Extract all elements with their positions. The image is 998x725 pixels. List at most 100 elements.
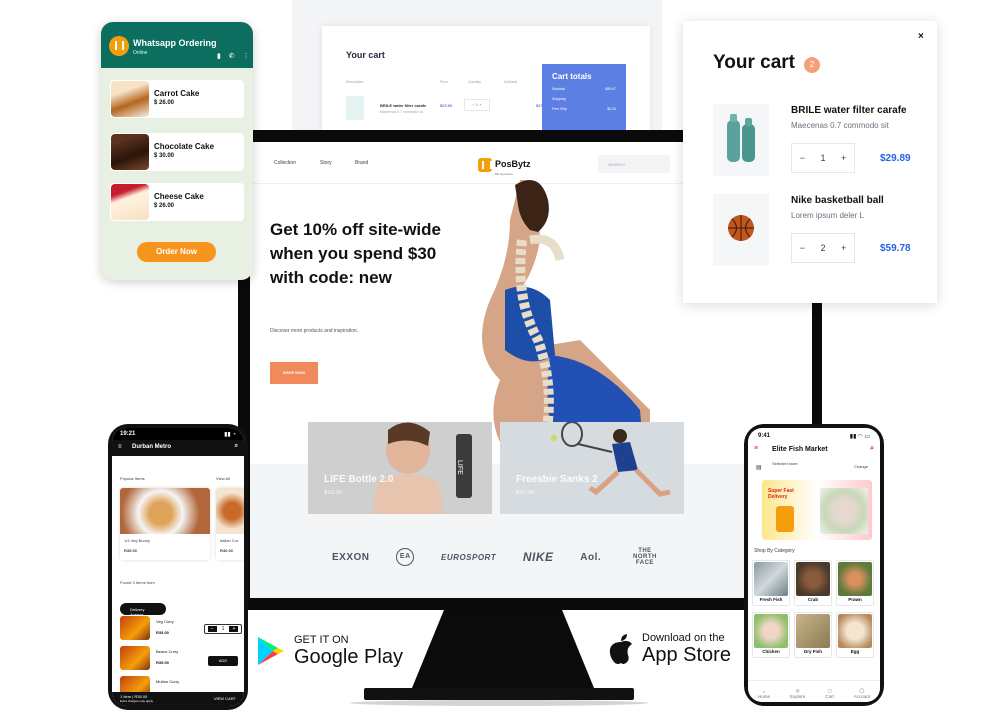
list-item[interactable]: Veg Curry R35.00 − 1 + [120,616,242,642]
right-phone-screen: 9:41 ▮▮ ◠ ▭ ≡ Elite Fish Market ⌕ ▤ Sele… [748,428,880,702]
popular-item-card[interactable]: 1/4 Veg Bunny R35.00 [120,488,210,560]
nav-link-brand[interactable]: Brand [355,160,368,166]
item-price: $ 26.00 [154,203,175,209]
chicken-image [754,614,788,648]
item-price: R40.00 [220,548,233,553]
north-face-logo: THE NORTH FACE [633,548,657,566]
dry-fish-image [796,614,830,648]
minus-icon[interactable]: − [800,243,805,253]
cart-item-name: Nike basketball ball [791,195,884,206]
view-cart-button[interactable]: VIEW CART [214,696,236,701]
item-name: Veg Curry [156,619,174,624]
menu-item[interactable]: Chocolate Cake $ 30.00 [110,133,244,171]
quantity-stepper[interactable]: − 1 + [791,143,855,173]
category-tile[interactable]: Fresh Fish [752,560,790,606]
item-name: 1/4 Veg Bunny [124,538,151,543]
quantity-stepper[interactable]: − 2 + [791,233,855,263]
change-link[interactable]: Change [854,464,868,469]
cart-icon: ▢ [827,688,832,693]
right-phone: 9:41 ▮▮ ◠ ▭ ≡ Elite Fish Market ⌕ ▤ Sele… [744,424,884,706]
banner-title: Super Fast Delivery [768,488,794,500]
category-label: Chicken [762,649,780,654]
left-phone-screen: 19:21 ▮▮ ◔ ≡ Durban Metro ⌕ Popular Item… [112,428,244,706]
app-store-badge[interactable]: Download on the App Store [608,632,731,666]
close-icon[interactable]: × [918,31,924,42]
tile-price: $10.00 [516,490,535,496]
search-icon[interactable]: ⌕ [235,443,238,450]
menu-item[interactable]: Cheese Cake $ 26.00 [110,183,244,221]
clock: 9:41 [758,433,771,439]
item-name: Mutton Curry [156,679,180,684]
logo-name: PosBytz [495,159,531,169]
col-header: Price [440,80,448,84]
selected-store-label: Selected store [772,461,798,466]
nav-home[interactable]: ⌂ Home [758,689,770,699]
quantity-stepper[interactable]: − 1 + [204,624,242,634]
item-price: R35.00 [156,660,169,665]
plus-icon[interactable]: + [841,243,846,253]
nav-cart[interactable]: ▢ Cart [825,688,834,699]
cart-drawer: Your cart 2 × BRILE water filter carafe … [683,21,937,303]
quantity-value: 2 [820,243,826,253]
call-icons[interactable]: ▮ ✆ ⋮ [217,52,253,60]
add-button[interactable]: ADD [208,656,238,666]
crab-image [796,562,830,596]
nav-link-collection[interactable]: Collection [274,160,296,166]
google-play-badge[interactable]: GET IT ON Google Play [256,634,403,668]
shop-now-button[interactable]: SHOP NOW [270,362,318,384]
plus-icon[interactable]: + [841,153,846,163]
aol-logo: Aol. [580,551,602,563]
category-tile[interactable]: Chicken [752,612,790,658]
tile-label: Freesbie Sanks 2 [516,474,598,485]
search-input[interactable]: SEARCH [598,155,670,173]
item-thumb [120,616,150,640]
item-price: R35.00 [156,630,169,635]
menu-icon[interactable]: ≡ [754,445,758,452]
bg-qty-stepper[interactable]: − 1 + [464,99,490,111]
curry-image [216,488,244,534]
product-tile-bottle[interactable]: LIFE LIFE Bottle 2.0 $10.00 [308,422,492,514]
nav-account[interactable]: ◯ Account [854,688,870,699]
google-play-icon [258,637,284,665]
store-name[interactable]: Durban Metro [132,444,171,450]
tennis-player-image [500,422,684,514]
category-label: Prawn [848,597,862,602]
category-tile[interactable]: Dry Fish [794,612,832,658]
location-chip[interactable]: Delivery Avenue [120,603,166,617]
bg-item-price: $29.89 [440,103,453,108]
search-icon[interactable]: ⌕ [870,445,874,453]
store-selector[interactable]: ▤ Selected store Change [756,461,878,475]
minus-icon[interactable]: − [800,153,805,163]
status-bar: 9:41 ▮▮ ◠ ▭ [748,428,880,442]
item-price: $ 26.00 [154,100,175,106]
popular-item-card[interactable]: Italian Cur R40.00 [216,488,244,560]
category-label: Egg [850,649,860,654]
nav-explore[interactable]: ◎ Explore [790,688,805,699]
item-name: Italian Cur [220,538,239,543]
list-item[interactable]: Beans Curry R35.00 ADD [120,646,242,672]
category-label: Dry Fish [803,649,822,654]
bottle-model-image: LIFE [308,422,492,514]
app-bar: ≡ Elite Fish Market ⌕ [748,442,880,458]
menu-item[interactable]: Carrot Cake $ 26.00 [110,80,244,118]
monitor-shadow [350,700,648,706]
cart-item-name: BRILE water filter carafe [791,105,907,116]
totals-row: Subtotal $89.67 [552,87,616,91]
product-tile-tennis[interactable]: Freesbie Sanks 2 $10.00 [500,422,684,514]
bottle-thumb [346,96,364,120]
logo-tagline: Bill anywhere [495,172,513,176]
category-tile[interactable]: Egg [836,612,874,658]
posbytz-logo[interactable]: PosBytz Bill anywhere [478,154,531,176]
signal-icon: ▮▮ ◠ ▭ [849,434,870,440]
view-all-link[interactable]: View All [216,476,230,481]
google-big-text: Google Play [294,646,403,668]
menu-icon[interactable]: ≡ [118,444,122,450]
promo-banner[interactable]: Super Fast Delivery [762,480,872,540]
view-cart-bar[interactable]: 1 Item | R35.00 Extra charges may apply … [112,692,244,706]
order-now-button[interactable]: Order Now [137,242,216,262]
category-tile[interactable]: Prawn [836,560,874,606]
category-tile[interactable]: Crab [794,560,832,606]
nav-link-story[interactable]: Story [320,160,332,166]
cheese-cake-image [111,184,149,220]
category-label: Fresh Fish [759,597,783,602]
